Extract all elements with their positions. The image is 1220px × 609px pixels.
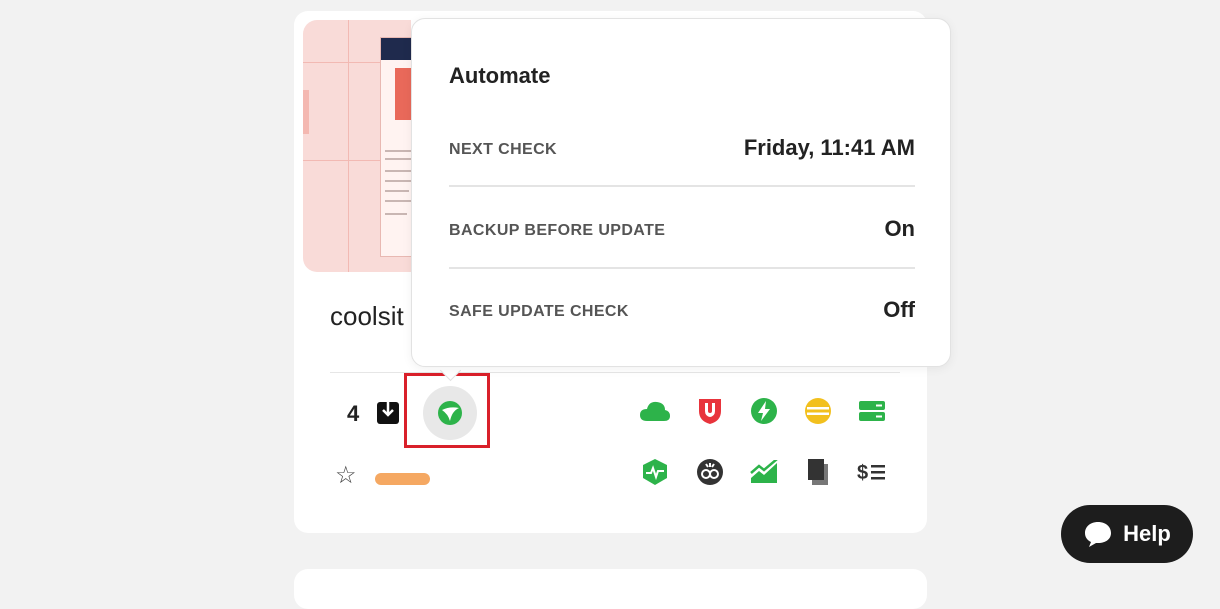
uptime-shield-icon[interactable] [638, 455, 672, 489]
next-check-value: Friday, 11:41 AM [743, 135, 915, 160]
download-icon[interactable] [376, 399, 400, 425]
popover-title: Automate [449, 63, 551, 88]
chart-icon[interactable] [747, 455, 781, 489]
site-name[interactable]: coolsit [330, 301, 404, 332]
updates-count[interactable]: 4 [347, 401, 359, 427]
shield-badge-icon[interactable] [693, 394, 727, 428]
backup-label: BACKUP BEFORE UPDATE [449, 222, 666, 239]
database-icon[interactable] [801, 394, 835, 428]
help-button[interactable]: Help [1061, 505, 1193, 563]
row-divider [449, 267, 915, 269]
next-check-label: NEXT CHECK [449, 141, 558, 158]
billing-icon[interactable]: $ [855, 455, 889, 489]
highlight-box [404, 373, 490, 448]
tag-pill[interactable] [375, 473, 430, 485]
backup-value: On [884, 216, 915, 241]
next-site-card [294, 569, 927, 609]
site-thumbnail[interactable] [303, 20, 411, 272]
help-label: Help [1123, 521, 1171, 546]
safe-update-label: SAFE UPDATE CHECK [449, 303, 629, 320]
copy-icon[interactable] [801, 455, 835, 489]
server-icon[interactable] [855, 394, 889, 428]
star-icon[interactable]: ☆ [335, 464, 357, 488]
lightning-icon[interactable] [747, 394, 781, 428]
safe-update-value: Off [883, 297, 915, 322]
automate-popover: Automate NEXT CHECK Friday, 11:41 AM BAC… [411, 18, 951, 367]
chat-bubble-icon [1085, 522, 1112, 547]
analytics-icon[interactable] [693, 455, 727, 489]
row-divider [449, 185, 915, 187]
svg-text:$: $ [857, 462, 868, 484]
cloud-icon[interactable] [638, 394, 672, 428]
